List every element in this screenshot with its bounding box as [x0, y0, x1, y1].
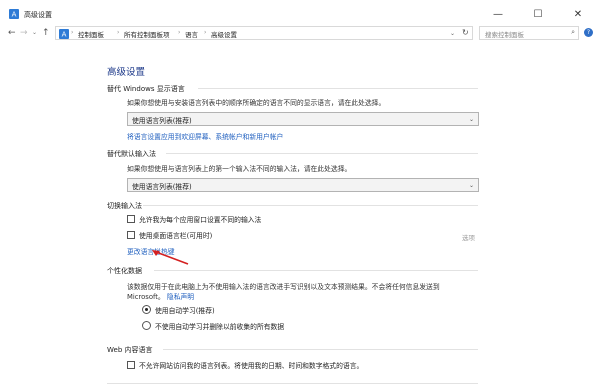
- breadcrumb-separator: ›: [71, 29, 74, 36]
- personalization-description-line2: Microsoft。 隐私声明: [127, 291, 194, 301]
- section-title-display-language: 替代 Windows 显示语言: [107, 85, 185, 93]
- help-icon[interactable]: ?: [584, 28, 593, 37]
- svg-text:A: A: [62, 31, 67, 39]
- auto-learning-label: 使用自动学习(推荐): [155, 307, 215, 315]
- breadcrumb-separator: ›: [178, 29, 181, 36]
- per-app-input-checkbox[interactable]: [127, 215, 135, 223]
- per-app-input-label: 允许我为每个应用窗口设置不同的输入法: [139, 216, 262, 224]
- breadcrumb-item-control-panel[interactable]: 控制面板: [78, 29, 104, 39]
- forward-arrow-icon[interactable]: →: [20, 28, 28, 38]
- privacy-statement-link[interactable]: 隐私声明: [167, 293, 194, 301]
- search-input[interactable]: 搜索控制面板 ⌕: [479, 26, 579, 40]
- section-title-personalization: 个性化数据: [107, 267, 142, 275]
- breadcrumb-separator: ›: [204, 29, 207, 36]
- search-placeholder: 搜索控制面板: [485, 31, 524, 39]
- section-divider: [107, 383, 478, 384]
- breadcrumb-item-all-items[interactable]: 所有控制面板项: [124, 29, 170, 39]
- breadcrumb-item-language[interactable]: 语言: [185, 29, 198, 39]
- window-title: 高级设置: [24, 11, 52, 19]
- breadcrumb-separator: ›: [117, 29, 120, 36]
- language-location-icon: A: [59, 29, 69, 39]
- navigation-bar: ← → ⌄ ↑ A › 控制面板 › 所有控制面板项 › 语言 › 高级设置 ⌄…: [0, 24, 598, 42]
- no-auto-learning-label: 不使用自动学习并删除以前收集的所有数据: [155, 323, 285, 331]
- search-icon: ⌕: [571, 28, 575, 36]
- apply-language-settings-link[interactable]: 将语言设置应用到欢迎屏幕、系统帐户和新用户帐户: [127, 131, 283, 141]
- section-title-input-method: 替代默认输入法: [107, 150, 156, 158]
- microsoft-text: Microsoft。: [127, 293, 165, 301]
- chevron-down-icon: ⌄: [468, 182, 474, 189]
- input-method-description: 如果你想使用与语言列表上的第一个输入法不同的输入法，请在此处选择。: [127, 165, 352, 173]
- svg-text:A: A: [12, 11, 17, 19]
- section-divider: [154, 270, 478, 271]
- section-divider: [163, 349, 478, 350]
- page-title: 高级设置: [107, 67, 146, 78]
- auto-learning-radio[interactable]: [142, 305, 151, 314]
- desktop-language-bar-checkbox[interactable]: [127, 231, 135, 239]
- display-language-select-value: 使用语言列表(推荐): [132, 117, 192, 125]
- up-arrow-icon[interactable]: ↑: [42, 28, 50, 38]
- back-arrow-icon[interactable]: ←: [8, 28, 16, 38]
- breadcrumb-item-advanced[interactable]: 高级设置: [211, 29, 237, 39]
- refresh-icon[interactable]: ↻: [462, 28, 469, 37]
- display-language-description: 如果你想使用与安装语言列表中的顺序所确定的语言不同的显示语言，请在此处选择。: [127, 99, 386, 107]
- personalization-description: 该数据仅用于在此电脑上为不使用输入法的语言改进手写识别以及文本预测结果。不会将任…: [127, 283, 440, 291]
- recent-locations-chevron-icon[interactable]: ⌄: [32, 29, 37, 36]
- options-link[interactable]: 选项: [462, 232, 475, 242]
- desktop-language-bar-label: 使用桌面语言栏(可用时): [139, 232, 213, 240]
- input-method-select-value: 使用语言列表(推荐): [132, 183, 192, 191]
- no-auto-learning-radio[interactable]: [142, 321, 151, 330]
- chevron-down-icon: ⌄: [468, 116, 474, 123]
- section-title-web-content-language: Web 内容语言: [107, 346, 153, 354]
- section-divider: [166, 153, 478, 154]
- display-language-select[interactable]: 使用语言列表(推荐) ⌄: [127, 112, 479, 126]
- address-bar[interactable]: A › 控制面板 › 所有控制面板项 › 语言 › 高级设置: [55, 26, 473, 40]
- section-divider: [143, 205, 478, 206]
- annotation-arrow-icon: [152, 250, 189, 265]
- web-language-list-label: 不允许网站访问我的语言列表。将使用我的日期、时间和数字格式的语言。: [139, 362, 364, 370]
- web-language-list-checkbox[interactable]: [127, 361, 135, 369]
- section-divider: [198, 88, 478, 89]
- section-title-switch-input: 切换输入法: [107, 202, 142, 210]
- address-dropdown-chevron-icon[interactable]: ⌄: [450, 30, 455, 37]
- input-method-select[interactable]: 使用语言列表(推荐) ⌄: [127, 178, 479, 192]
- language-app-icon: A: [9, 9, 19, 19]
